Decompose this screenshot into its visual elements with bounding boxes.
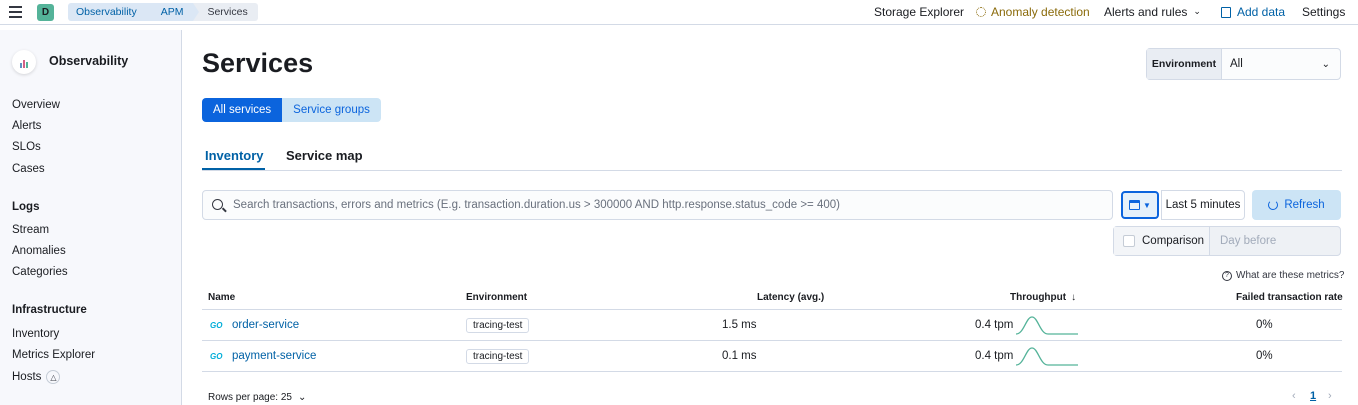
chevron-down-icon: ⌄ <box>297 392 307 403</box>
question-icon: ? <box>1222 270 1232 281</box>
all-services-button[interactable]: All services <box>202 98 283 122</box>
sort-arrow-down-icon: ↓ <box>1071 292 1077 303</box>
sidebar-item-hosts-label: Hosts <box>12 371 42 384</box>
column-header-failed-rate[interactable]: Failed transaction rate <box>1236 292 1343 303</box>
latency-cell: 0.1 ms <box>722 350 757 362</box>
environment-badge: tracing-test <box>466 318 530 333</box>
column-header-throughput[interactable]: Throughput ↓ <box>1010 292 1076 303</box>
sidebar-item-overview[interactable]: Overview <box>12 99 60 111</box>
alerts-rules-label: Alerts and rules <box>1104 5 1188 19</box>
anomaly-detection-label: Anomaly detection <box>991 5 1090 19</box>
breadcrumb: Observability APM Services <box>68 3 258 21</box>
rows-per-page-label: Rows per page: 25 <box>208 392 292 403</box>
menu-icon[interactable] <box>9 6 22 18</box>
comparison-label: Comparison <box>1142 235 1204 247</box>
service-groups-button[interactable]: Service groups <box>282 98 381 122</box>
throughput-cell: 0.4 tpm <box>975 319 1014 331</box>
failed-rate-cell: 0% <box>1256 319 1273 331</box>
date-range-display[interactable]: Last 5 minutes <box>1161 190 1245 220</box>
breadcrumb-services: Services <box>193 3 258 21</box>
sidebar-item-hosts[interactable]: Hosts △ <box>12 370 61 384</box>
comparison-select[interactable]: Day before <box>1210 227 1340 255</box>
column-header-environment[interactable]: Environment <box>466 292 527 303</box>
alerts-rules-menu[interactable]: Alerts and rules ⌄ <box>1104 5 1201 19</box>
comparison-toggle[interactable]: Comparison <box>1114 227 1210 255</box>
search-placeholder: Search transactions, errors and metrics … <box>233 199 840 211</box>
comparison-control: Comparison Day before <box>1113 226 1341 256</box>
tab-active-indicator <box>202 168 265 170</box>
page-button-current[interactable]: 1 <box>1310 390 1316 402</box>
environment-badge: tracing-test <box>466 349 530 364</box>
row-divider <box>202 340 1342 341</box>
sidebar: Observability Overview Alerts SLOs Cases… <box>0 30 182 405</box>
anomaly-icon <box>976 7 986 17</box>
add-data-icon <box>1221 6 1231 18</box>
sidebar-item-categories[interactable]: Categories <box>12 266 68 278</box>
latency-cell: 1.5 ms <box>722 319 757 331</box>
sidebar-item-anomalies[interactable]: Anomalies <box>12 245 66 257</box>
storage-explorer-link[interactable]: Storage Explorer <box>874 5 964 19</box>
chevron-right-icon[interactable]: › <box>1328 390 1332 402</box>
beta-flask-icon: △ <box>46 370 61 384</box>
service-link-payment-service[interactable]: payment-service <box>232 350 316 362</box>
page-title: Services <box>202 48 314 78</box>
sidebar-item-inventory[interactable]: Inventory <box>12 328 59 340</box>
space-avatar[interactable]: D <box>37 4 54 21</box>
row-divider <box>202 371 1342 372</box>
header-divider <box>202 309 1342 310</box>
refresh-icon <box>1268 200 1279 210</box>
date-picker-button[interactable]: ▼ <box>1121 191 1159 219</box>
top-header: D Observability APM Services Storage Exp… <box>0 0 1358 25</box>
throughput-sparkline <box>1016 316 1078 335</box>
comparison-checkbox[interactable] <box>1123 235 1135 247</box>
environment-select[interactable]: Environment All ⌄ <box>1146 48 1341 80</box>
sidebar-group-infrastructure: Infrastructure <box>12 304 87 316</box>
chevron-down-icon: ⌄ <box>1321 59 1330 70</box>
sidebar-item-alerts[interactable]: Alerts <box>12 120 41 132</box>
refresh-button[interactable]: Refresh <box>1252 190 1341 220</box>
throughput-header-label: Throughput <box>1010 292 1067 303</box>
sidebar-group-logs: Logs <box>12 201 40 213</box>
anomaly-detection-link[interactable]: Anomaly detection <box>976 5 1090 19</box>
throughput-sparkline <box>1016 347 1078 366</box>
tab-service-map[interactable]: Service map <box>286 148 363 163</box>
environment-label: Environment <box>1147 49 1222 79</box>
rows-per-page-select[interactable]: Rows per page: 25 ⌄ <box>208 392 306 403</box>
sidebar-item-cases[interactable]: Cases <box>12 163 45 175</box>
chevron-left-icon[interactable]: ‹ <box>1292 390 1296 402</box>
breadcrumb-observability[interactable]: Observability <box>68 3 153 21</box>
metrics-help-link[interactable]: ? What are these metrics? <box>1222 270 1344 281</box>
search-icon <box>212 199 223 210</box>
search-input[interactable]: Search transactions, errors and metrics … <box>202 190 1113 220</box>
failed-rate-cell: 0% <box>1256 350 1273 362</box>
add-data-label: Add data <box>1237 5 1286 19</box>
service-link-order-service[interactable]: order-service <box>232 319 299 331</box>
sidebar-item-metrics-explorer[interactable]: Metrics Explorer <box>12 349 95 361</box>
go-agent-icon: GO <box>210 321 223 330</box>
service-toggle: All services Service groups <box>202 98 381 122</box>
column-header-latency[interactable]: Latency (avg.) <box>757 292 824 303</box>
add-data-link[interactable]: Add data <box>1221 5 1285 19</box>
column-header-name[interactable]: Name <box>208 292 235 303</box>
sidebar-item-slos[interactable]: SLOs <box>12 141 41 153</box>
refresh-label: Refresh <box>1284 199 1325 211</box>
tabs-divider <box>202 170 1342 171</box>
sidebar-item-stream[interactable]: Stream <box>12 224 49 236</box>
calendar-icon <box>1129 200 1141 210</box>
tab-inventory[interactable]: Inventory <box>205 148 264 163</box>
sidebar-title: Observability <box>49 54 129 68</box>
metrics-help-label: What are these metrics? <box>1236 270 1345 281</box>
throughput-cell: 0.4 tpm <box>975 350 1014 362</box>
go-agent-icon: GO <box>210 352 223 361</box>
breadcrumb-apm[interactable]: APM <box>146 3 200 21</box>
chevron-down-icon: ⌄ <box>1193 6 1201 16</box>
chevron-down-icon: ▼ <box>1143 200 1151 210</box>
settings-link[interactable]: Settings <box>1302 5 1345 19</box>
observability-logo-icon <box>12 50 36 74</box>
